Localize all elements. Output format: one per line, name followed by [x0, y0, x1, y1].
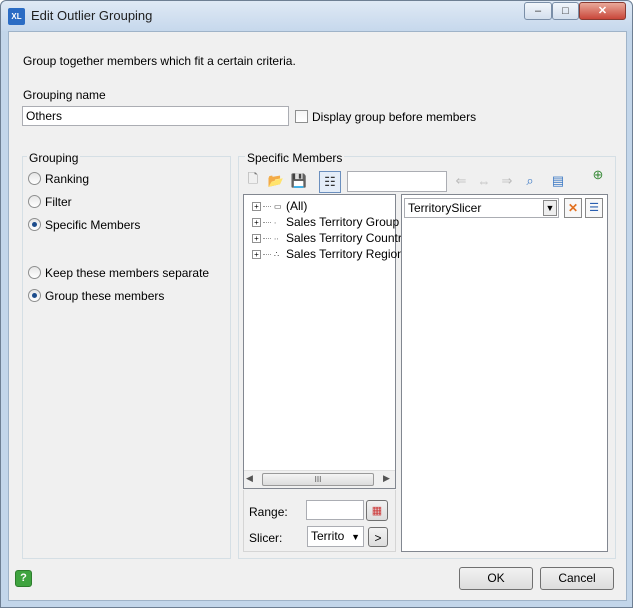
save-icon[interactable]: 💾 — [290, 172, 308, 190]
radio-specific-members[interactable] — [28, 218, 41, 231]
find-all-icon[interactable]: ⇒ — [498, 172, 516, 190]
display-before-label: Display group before members — [312, 110, 477, 124]
range-label: Range: — [249, 505, 288, 519]
maximize-button[interactable]: □ — [552, 2, 579, 20]
selected-dropdown[interactable]: TerritorySlicer ▼ — [404, 198, 559, 218]
grouping-title: Grouping — [27, 151, 81, 165]
tree-item[interactable]: + ∴ Sales Territory Region — [252, 246, 404, 262]
selected-dropdown-value: TerritorySlicer — [408, 201, 482, 215]
minimize-button[interactable]: – — [524, 2, 552, 20]
open-folder-icon[interactable]: 📂 — [267, 172, 285, 190]
horizontal-scrollbar[interactable]: ◀ III ▶ — [244, 470, 395, 488]
slicer-label: Slicer: — [249, 531, 283, 545]
title-bar[interactable]: XL Edit Outlier Grouping – □ ✕ — [1, 1, 632, 31]
grouping-name-label: Grouping name — [23, 88, 106, 102]
tree-item-label: Sales Territory Group — [286, 215, 400, 229]
level-icon: ▭ — [274, 201, 282, 211]
intro-text: Group together members which fit a certa… — [23, 54, 296, 68]
new-document-icon[interactable]: 🗋 — [244, 171, 262, 190]
expand-icon[interactable]: + — [252, 202, 261, 212]
radio-group-members-label[interactable]: Group these members — [45, 289, 164, 303]
dialog-body: Group together members which fit a certa… — [8, 31, 627, 601]
expand-icon[interactable]: + — [252, 234, 261, 244]
level-icon: ∴ — [274, 249, 280, 259]
tree-view-icon[interactable]: ☷ — [319, 171, 341, 193]
dialog-window: XL Edit Outlier Grouping – □ ✕ Group tog… — [0, 0, 633, 608]
tree-item-label: Sales Territory Region — [286, 247, 404, 261]
find-prev-icon[interactable]: ⇐ — [452, 172, 470, 190]
range-picker-icon[interactable]: ▦ — [366, 500, 388, 521]
tree-item-label: Sales Territory Country — [286, 231, 408, 245]
slicer-select[interactable]: Territo ▼ — [307, 526, 364, 547]
find-dialog-icon[interactable]: ⌕ — [521, 172, 539, 190]
window-title: Edit Outlier Grouping — [31, 8, 153, 23]
app-logo-icon: XL — [8, 8, 25, 25]
scroll-thumb[interactable]: III — [262, 473, 374, 486]
tree-item[interactable]: + ∙ Sales Territory Group — [252, 214, 399, 230]
remove-icon[interactable]: ✕ — [564, 198, 582, 218]
cancel-button[interactable]: Cancel — [540, 567, 614, 590]
scroll-right-icon[interactable]: ▶ — [383, 473, 390, 484]
radio-specific-members-label[interactable]: Specific Members — [45, 218, 140, 232]
grouping-name-input[interactable]: Others — [22, 106, 289, 126]
zoom-icon[interactable]: ⊕ — [589, 166, 607, 184]
radio-keep-separate-label[interactable]: Keep these members separate — [45, 266, 209, 280]
chevron-down-icon[interactable]: ▼ — [351, 530, 360, 544]
radio-group-members[interactable] — [28, 289, 41, 302]
radio-ranking[interactable] — [28, 172, 41, 185]
grouping-groupbox — [22, 156, 231, 559]
help-icon[interactable]: ? — [15, 570, 32, 587]
close-button[interactable]: ✕ — [579, 2, 626, 20]
chevron-down-icon[interactable]: ▼ — [543, 200, 557, 216]
ok-button[interactable]: OK — [459, 567, 533, 590]
display-before-checkbox[interactable] — [295, 110, 308, 123]
radio-keep-separate[interactable] — [28, 266, 41, 279]
level-icon: ∙ — [274, 217, 277, 227]
range-input[interactable] — [306, 500, 364, 520]
selected-members-panel[interactable]: TerritorySlicer ▼ ✕ ☰ — [401, 194, 608, 552]
tree-item-label: (All) — [286, 199, 308, 213]
radio-filter[interactable] — [28, 195, 41, 208]
scroll-left-icon[interactable]: ◀ — [246, 473, 253, 484]
tree-item[interactable]: + ▭ (All) — [252, 198, 307, 214]
member-tree[interactable]: + ▭ (All) + ∙ Sales Territory Group + ∙∙ Sales… — [243, 194, 408, 489]
radio-ranking-label[interactable]: Ranking — [45, 172, 89, 186]
expand-icon[interactable]: + — [252, 218, 261, 228]
expand-icon[interactable]: + — [252, 250, 261, 260]
slicer-select-value: Territo — [311, 529, 345, 543]
calendar-icon[interactable]: ▤ — [549, 172, 567, 190]
member-search-input[interactable] — [347, 171, 447, 192]
radio-filter-label[interactable]: Filter — [45, 195, 72, 209]
tree-item[interactable]: + ∙∙ Sales Territory Country — [252, 230, 408, 246]
slicer-go-button[interactable]: > — [368, 527, 388, 547]
level-icon: ∙∙ — [274, 233, 279, 243]
specific-members-title: Specific Members — [245, 151, 345, 165]
list-settings-icon[interactable]: ☰ — [585, 198, 603, 218]
find-next-icon[interactable]: ⇔ — [475, 172, 493, 190]
